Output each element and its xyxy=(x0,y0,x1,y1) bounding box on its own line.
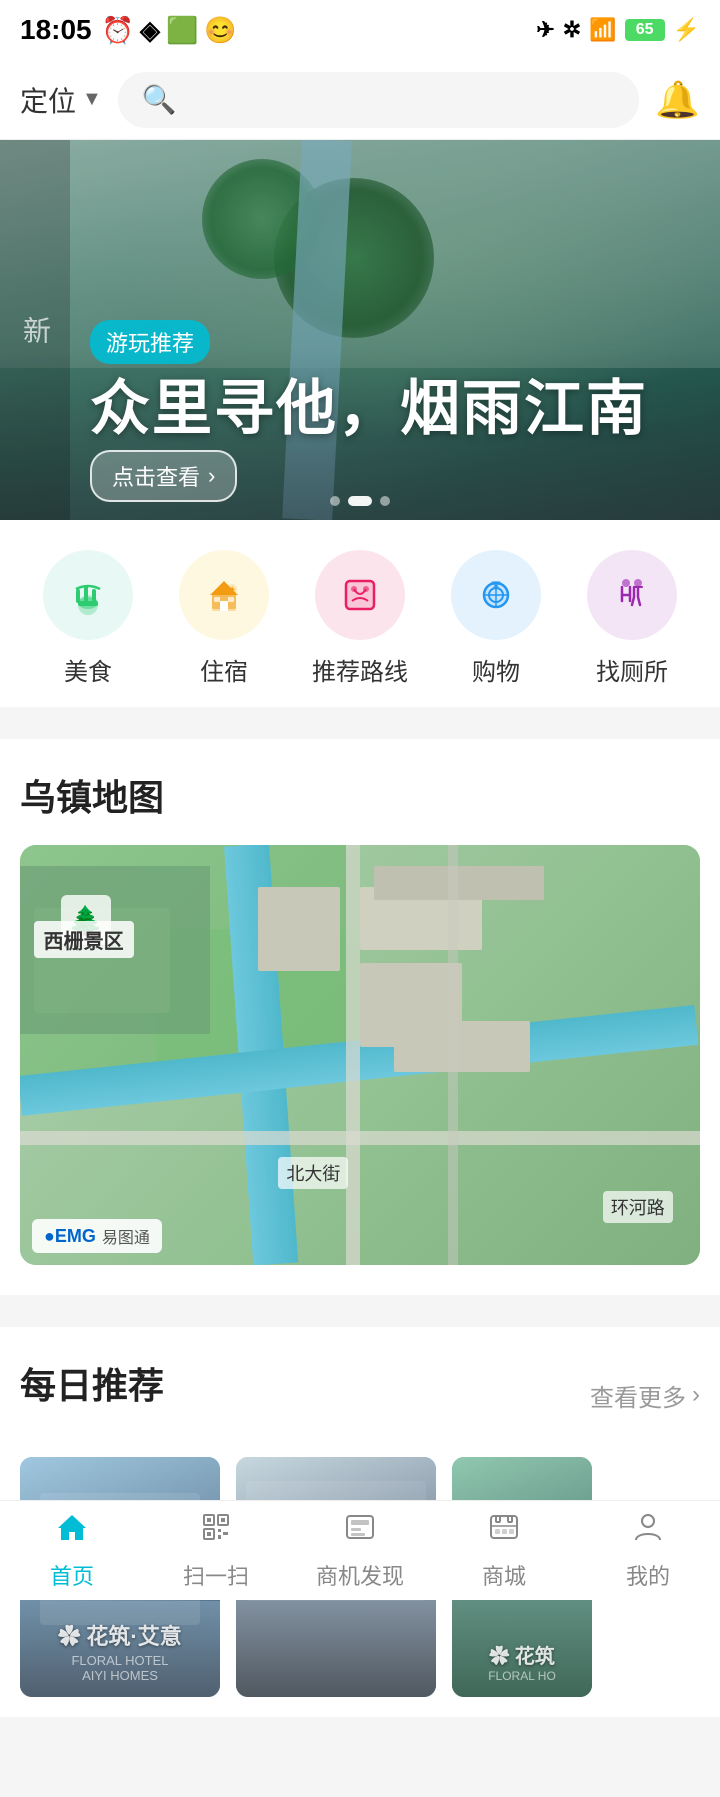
svg-text:✦: ✦ xyxy=(228,585,236,596)
nav-scan-label: 扫一扫 xyxy=(183,1559,249,1591)
nav-home[interactable]: 首页 xyxy=(22,1510,122,1591)
category-section: 美食 ✦ 住宿 xyxy=(0,520,720,707)
nav-mall[interactable]: 商城 xyxy=(454,1510,554,1591)
map-container[interactable]: 🌲 西栅景区 北大街 环河路 ●EMG 易图通 xyxy=(20,845,700,1265)
battery-indicator: 65 xyxy=(625,19,665,41)
banner-left-text: 新 xyxy=(15,316,55,344)
dot-1 xyxy=(330,496,340,506)
status-time: 18:05 xyxy=(20,14,92,46)
map-label-xizha: 西栅景区 xyxy=(34,921,134,958)
shop-icon xyxy=(451,550,541,640)
banner-title: 众里寻他，烟雨江南 xyxy=(90,360,648,447)
daily-header: 每日推荐 查看更多 › xyxy=(20,1357,700,1433)
banner-cta-button[interactable]: 点击查看 › xyxy=(90,450,237,502)
banner-tag: 游玩推荐 xyxy=(90,320,210,364)
category-shop[interactable]: 购物 xyxy=(446,550,546,687)
bluetooth-icon: ✲ xyxy=(563,17,581,43)
category-food[interactable]: 美食 xyxy=(38,550,138,687)
location-button[interactable]: 定位 ▼ xyxy=(20,80,102,120)
location-text: 定位 xyxy=(20,80,76,120)
app-icon-1: 🟩 xyxy=(166,15,198,46)
status-bar: 18:05 ⏰ ◈ 🟩 😊 ✈ ✲ 📶 65 ⚡ xyxy=(0,0,720,60)
map-section-title: 乌镇地图 xyxy=(20,769,700,821)
signal-icon: ✈ xyxy=(536,17,554,43)
map-visual: 🌲 西栅景区 北大街 环河路 ●EMG 易图通 xyxy=(20,845,700,1265)
status-left: 18:05 ⏰ ◈ 🟩 😊 xyxy=(20,14,237,46)
location-icon: ◈ xyxy=(140,15,160,46)
alarm-icon: ⏰ xyxy=(102,15,134,46)
hotel-label: 住宿 xyxy=(200,652,248,687)
nav-discover-label: 商机发现 xyxy=(316,1559,404,1591)
status-right: ✈ ✲ 📶 65 ⚡ xyxy=(536,17,700,43)
nav-scan[interactable]: 扫一扫 xyxy=(166,1510,266,1591)
more-link-button[interactable]: 查看更多 › xyxy=(590,1378,700,1413)
daily-section-title: 每日推荐 xyxy=(20,1357,164,1409)
app-icon-2: 😊 xyxy=(204,15,236,46)
nav-mine[interactable]: 我的 xyxy=(598,1510,698,1591)
more-link-label: 查看更多 xyxy=(590,1378,686,1413)
banner-dots xyxy=(330,496,390,506)
category-route[interactable]: 推荐路线 xyxy=(310,550,410,687)
top-nav: 定位 ▼ 🔍 🔔 xyxy=(0,60,720,140)
search-bar[interactable]: 🔍 xyxy=(118,72,639,128)
map-section: 乌镇地图 🌲 西栅景区 北大街 xyxy=(0,739,720,1295)
mall-icon xyxy=(487,1510,521,1553)
dot-2 xyxy=(348,496,372,506)
map-label-beida: 北大街 xyxy=(278,1157,348,1189)
dot-3 xyxy=(380,496,390,506)
map-emg-logo: ●EMG 易图通 xyxy=(32,1219,162,1253)
mine-icon xyxy=(631,1510,665,1553)
hotel-icon: ✦ xyxy=(179,550,269,640)
search-icon: 🔍 xyxy=(142,83,177,116)
shop-label: 购物 xyxy=(472,652,520,687)
food-icon xyxy=(43,550,133,640)
location-arrow: ▼ xyxy=(82,88,102,111)
notification-bell[interactable]: 🔔 xyxy=(655,79,700,121)
section-divider-1 xyxy=(0,723,720,739)
home-icon xyxy=(55,1510,89,1553)
nav-discover[interactable]: 商机发现 xyxy=(310,1510,410,1591)
route-label: 推荐路线 xyxy=(312,652,408,687)
status-icons: ⏰ ◈ 🟩 😊 xyxy=(102,15,237,46)
bottom-nav: 首页 扫一扫 商机发现 xyxy=(0,1500,720,1600)
banner-left-strip: 新 xyxy=(0,140,70,520)
nav-home-label: 首页 xyxy=(50,1559,94,1591)
nav-mine-label: 我的 xyxy=(626,1559,670,1591)
charging-icon: ⚡ xyxy=(673,17,700,43)
map-label-huanhe: 环河路 xyxy=(603,1191,673,1223)
banner-cta-arrow: › xyxy=(208,463,215,489)
scan-icon xyxy=(199,1510,233,1553)
more-link-arrow: › xyxy=(692,1381,700,1409)
category-toilet[interactable]: 找厕所 xyxy=(582,550,682,687)
banner: 新 游玩推荐 众里寻他，烟雨江南 点击查看 › xyxy=(0,140,720,520)
nav-mall-label: 商城 xyxy=(482,1559,526,1591)
route-icon xyxy=(315,550,405,640)
food-label: 美食 xyxy=(64,652,112,687)
section-divider-2 xyxy=(0,1311,720,1327)
toilet-icon xyxy=(587,550,677,640)
toilet-label: 找厕所 xyxy=(596,652,668,687)
category-hotel[interactable]: ✦ 住宿 xyxy=(174,550,274,687)
banner-cta-label: 点击查看 xyxy=(112,460,200,492)
discover-icon xyxy=(343,1510,377,1553)
wifi-icon: 📶 xyxy=(589,17,616,43)
